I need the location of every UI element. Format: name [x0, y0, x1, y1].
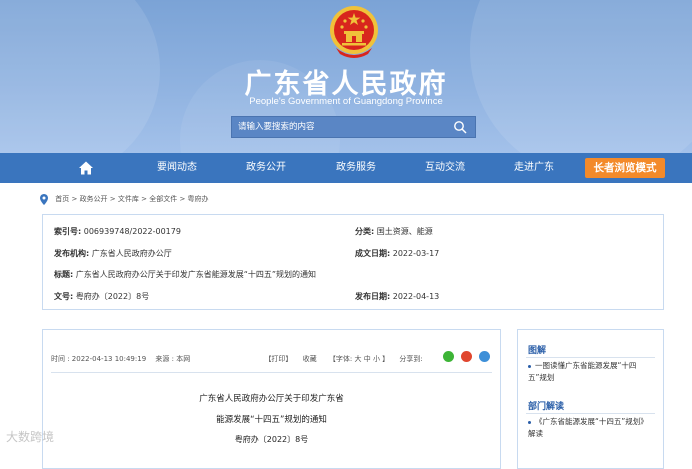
article-title-line1: 广东省人民政府办公厅关于印发广东省 — [199, 394, 344, 404]
weibo-share-icon[interactable] — [461, 351, 472, 362]
search-icon[interactable] — [453, 120, 467, 134]
publish-time: 时间 : 2022-04-13 10:49:19 — [51, 355, 147, 363]
meta-published-date: 发布日期: 2022-04-13 — [355, 292, 440, 301]
breadcrumb: 首页 > 政务公开 > 文件库 > 全部文件 > 粤府办 — [40, 192, 209, 206]
breadcrumb-file-library[interactable]: 文件库 — [118, 195, 139, 203]
search-box — [231, 116, 476, 138]
article-doc-number: 粤府办〔2022〕8号 — [234, 435, 309, 444]
breadcrumb-home[interactable]: 首页 — [55, 195, 69, 203]
article-title-line2: 能源发展“十四五”规划的通知 — [216, 415, 327, 425]
favorite-link[interactable]: 收藏 — [303, 355, 317, 363]
breadcrumb-current[interactable]: 粤府办 — [188, 195, 209, 203]
related-sidebar: 图解 一图读懂广东省能源发展“十四五”规划 部门解读 《广东省能源发展“十四五”… — [517, 329, 664, 469]
wechat-share-icon[interactable] — [443, 351, 454, 362]
meta-issuer: 发布机构: 广东省人民政府办公厅 — [54, 249, 172, 258]
elder-mode-button[interactable]: 长者浏览模式 — [585, 158, 665, 178]
main-nav: 要闻动态 政务公开 政务服务 互动交流 走进广东 长者浏览模式 — [0, 153, 692, 183]
qq-share-icon[interactable] — [479, 351, 490, 362]
interpret-heading: 部门解读 — [528, 402, 565, 412]
graphic-link[interactable]: 一图读懂广东省能源发展“十四五”规划 — [528, 360, 653, 384]
nav-item-news[interactable]: 要闻动态 — [157, 153, 197, 183]
nav-item-services[interactable]: 政务服务 — [336, 153, 376, 183]
print-link[interactable]: 【打印】 — [264, 355, 292, 363]
toolbar-divider — [51, 372, 492, 373]
location-pin-icon — [40, 193, 48, 205]
national-emblem-icon — [330, 6, 378, 58]
site-subtitle: People's Government of Guangdong Provinc… — [249, 96, 443, 107]
meta-category: 分类: 国土资源、能源 — [355, 227, 433, 236]
article-toolbar: 时间 : 2022-04-13 10:49:19 来源 : 本网 【打印】 收藏… — [51, 354, 423, 364]
article-panel: 时间 : 2022-04-13 10:49:19 来源 : 本网 【打印】 收藏… — [42, 329, 501, 469]
search-input[interactable] — [238, 120, 448, 134]
breadcrumb-gov-affairs[interactable]: 政务公开 — [80, 195, 108, 203]
meta-title: 标题: 广东省人民政府办公厅关于印发广东省能源发展“十四五”规划的通知 — [54, 270, 317, 279]
nav-item-about-guangdong[interactable]: 走进广东 — [514, 153, 554, 183]
interpret-link[interactable]: 《广东省能源发展“十四五”规划》解读 — [528, 416, 653, 440]
sidebar-divider — [526, 357, 655, 358]
font-size-selector[interactable]: 【字体: 大 中 小 】 — [329, 355, 389, 363]
watermark: 大数跨境 — [6, 430, 55, 444]
document-metadata: 索引号: 006939748/2022-00179 分类: 国土资源、能源 发布… — [42, 214, 664, 310]
meta-created-date: 成文日期: 2022-03-17 — [355, 249, 440, 258]
header-banner: 广东省人民政府 People's Government of Guangdong… — [0, 0, 692, 153]
meta-doc-number: 文号: 粤府办〔2022〕8号 — [54, 292, 150, 301]
meta-index: 索引号: 006939748/2022-00179 — [54, 227, 181, 236]
home-icon[interactable] — [78, 160, 94, 176]
share-label: 分享到: — [399, 355, 423, 363]
nav-item-interaction[interactable]: 互动交流 — [425, 153, 465, 183]
breadcrumb-all-files[interactable]: 全部文件 — [149, 195, 177, 203]
nav-item-gov-affairs[interactable]: 政务公开 — [246, 153, 286, 183]
graphic-heading: 图解 — [528, 346, 547, 356]
sidebar-divider — [526, 413, 655, 414]
bullet-icon — [528, 364, 531, 368]
article-source: 来源 : 本网 — [155, 355, 191, 363]
bullet-icon — [528, 420, 531, 424]
